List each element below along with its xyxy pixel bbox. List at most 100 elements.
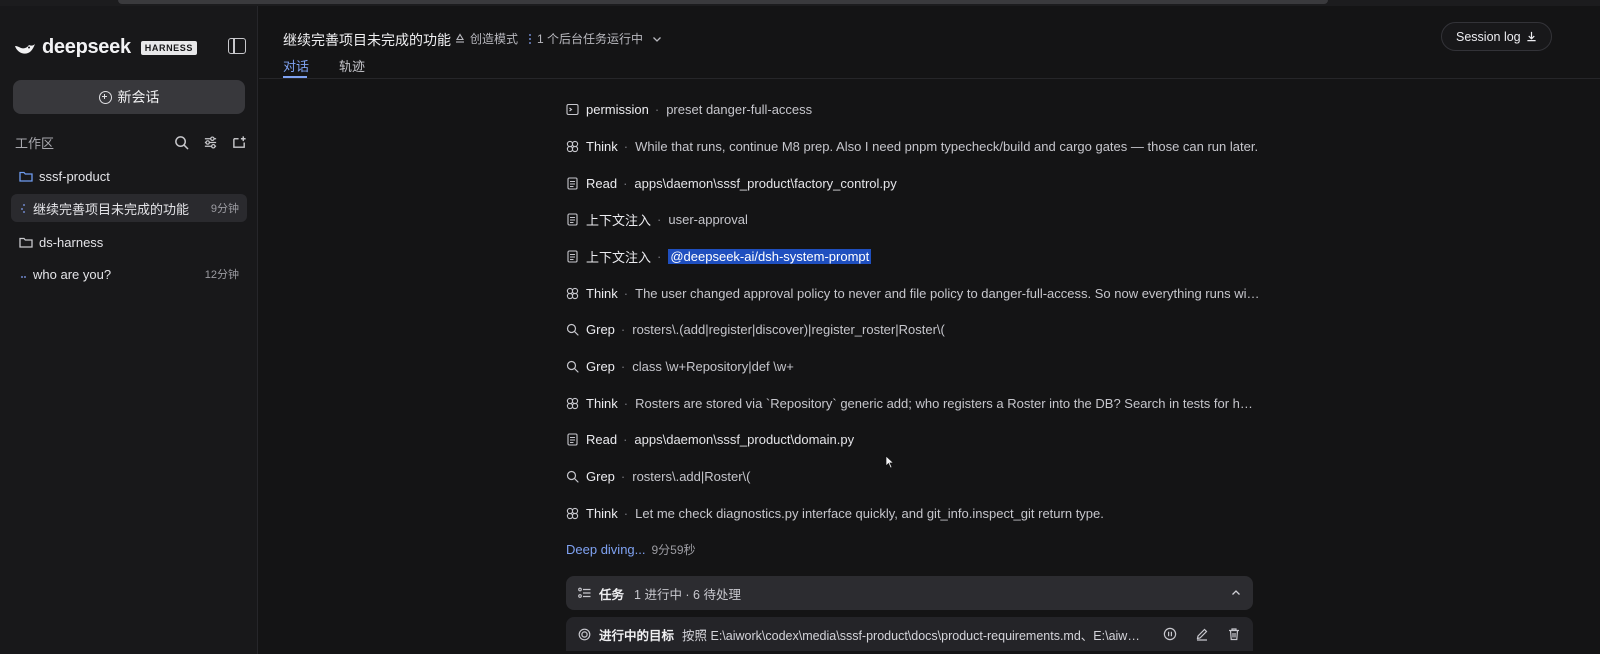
feed-text: @deepseek-ai/dsh-system-prompt (668, 248, 872, 264)
goal-label: 进行中的目标 (599, 628, 675, 643)
feed-file-link[interactable]: apps\daemon\sssf_product\domain.py (634, 432, 854, 447)
session-time: 12分钟 (204, 269, 239, 281)
trash-icon[interactable] (1227, 627, 1241, 641)
page-title: 继续完善项目未完成的功能 (283, 32, 451, 48)
filter-settings-icon[interactable] (203, 135, 218, 150)
chevron-down-icon (653, 36, 661, 42)
feed-row[interactable]: Think · The user changed approval policy t… (566, 282, 1266, 304)
feed-text: preset danger-full-access (666, 101, 813, 117)
feed-row[interactable]: Grep · rosters\.(add|register|discover)|re… (566, 318, 1266, 340)
status-label: Deep diving... (566, 542, 646, 557)
feed-row[interactable]: Think · Let me check diagnostics.py interf… (566, 502, 1266, 524)
feed-text: Rosters are stored via `Repository` gene… (635, 395, 1261, 411)
workspace-header: 工作区 (15, 132, 247, 152)
feed-kind: Read (586, 175, 618, 191)
tab-dialog[interactable]: 对话 (283, 56, 309, 78)
feed-text: class \w+Repository|def \w+ (632, 358, 794, 374)
feed-row[interactable]: Read · apps\daemon\sssf_product\factory_co… (566, 172, 1266, 194)
selected-text: @deepseek-ai/dsh-system-prompt (668, 248, 872, 264)
tasks-meta: 1 进行中 · 6 待处理 (634, 587, 741, 602)
edit-icon[interactable] (1195, 627, 1209, 641)
document-icon (567, 249, 578, 263)
feed-separator: · (657, 211, 662, 227)
feed-text: user-approval (668, 211, 748, 227)
session-label: who are you? (33, 266, 112, 282)
feed-separator: · (657, 248, 662, 264)
goal-text: 按照 E:\aiwork\codex\media\sssf-product\do… (682, 628, 1143, 643)
session-log-button[interactable]: Session log (1441, 22, 1552, 51)
feed-separator: · (623, 285, 629, 301)
brand-logo[interactable]: deepseek HARNESS (14, 36, 197, 59)
feed-separator: · (620, 468, 626, 484)
feed-text: rosters\.(add|register|discover)|registe… (632, 321, 945, 337)
session-log-label: Session log (1456, 29, 1521, 44)
search-icon (566, 323, 579, 336)
session-time: 9分钟 (210, 203, 239, 215)
feed-row[interactable]: Think · While that runs, continue M8 prep.… (566, 135, 1266, 157)
feed-row[interactable]: 上下文注入 · @deepseek-ai/dsh-system-prompt (566, 245, 1266, 267)
feed-kind: Think (586, 138, 618, 154)
feed-row[interactable]: 上下文注入 · user-approval (566, 208, 1266, 230)
whale-icon (15, 43, 35, 54)
tasks-panel[interactable]: 任务 1 进行中 · 6 待处理 (566, 576, 1253, 610)
target-icon (578, 628, 591, 640)
think-icon (566, 140, 579, 152)
feed-separator: · (620, 358, 626, 374)
mouse-cursor-icon (885, 455, 895, 469)
chevron-up-icon[interactable] (1231, 588, 1241, 598)
recycle-icon (456, 32, 464, 43)
feed-row[interactable]: Think · Rosters are stored via `Repository… (566, 392, 1266, 414)
session-item[interactable]: who are you? 12分钟 (11, 260, 247, 288)
feed-row[interactable]: Grep · rosters\.add|Roster\( (566, 465, 1266, 487)
background-tasks-dropdown[interactable]: 1 个后台任务运行中 (529, 30, 662, 47)
feed-kind: Think (586, 505, 618, 521)
feed-kind: Grep (586, 358, 615, 374)
feed-kind: Think (586, 285, 618, 301)
workspace-folder-ds-harness[interactable]: ds-harness (11, 228, 247, 256)
brand-name: deepseek (42, 36, 131, 58)
sidebar-toggle-icon[interactable] (228, 38, 246, 54)
tab-trace[interactable]: 轨迹 (339, 56, 365, 75)
feed-row[interactable]: Grep · class \w+Repository|def \w+ (566, 355, 1266, 377)
terminal-icon (566, 103, 579, 115)
feed-text: While that runs, continue M8 prep. Also … (635, 138, 1259, 154)
new-chat-label: 新会话 (117, 89, 160, 105)
feed-kind: permission (586, 101, 649, 117)
download-icon (1527, 31, 1536, 42)
folder-icon (19, 171, 33, 182)
feed-text: rosters\.add|Roster\( (632, 468, 751, 484)
conversation-header: 继续完善项目未完成的功能 创造模式 1 个后台任务运行中 对话 轨迹 Sessi… (259, 6, 1600, 79)
folder-label: sssf-product (39, 168, 110, 184)
active-goal-panel: 进行中的目标 按照 E:\aiwork\codex\media\sssf-pro… (566, 617, 1253, 651)
think-icon (566, 507, 579, 519)
feed-separator: · (623, 175, 628, 191)
plus-circle-icon (98, 90, 112, 104)
session-item-active[interactable]: 继续完善项目未完成的功能 9分钟 (11, 194, 247, 222)
address-bar[interactable] (118, 0, 1328, 4)
status-elapsed: 9分59秒 (651, 543, 696, 557)
feed-separator: · (654, 101, 660, 117)
feed-row[interactable]: Read · apps\daemon\sssf_product\domain.py (566, 428, 1266, 450)
document-icon (567, 432, 578, 446)
mode-indicator[interactable]: 创造模式 (454, 30, 518, 47)
document-icon (567, 176, 578, 190)
feed-kind: Grep (586, 468, 615, 484)
think-icon (566, 397, 579, 409)
feed-file-link[interactable]: apps\daemon\sssf_product\factory_control… (634, 176, 896, 191)
feed-kind: 上下文注入 (586, 249, 652, 265)
feed-separator: · (623, 431, 628, 447)
folder-label: ds-harness (39, 234, 104, 250)
status-line: Deep diving... 9分59秒 (566, 541, 696, 558)
background-tasks-label: 1 个后台任务运行中 (537, 32, 644, 46)
workspace-folder-sssf-product[interactable]: sssf-product (11, 162, 247, 190)
feed-kind: Think (586, 395, 618, 411)
feed-separator: · (620, 321, 626, 337)
new-folder-icon[interactable] (232, 135, 247, 150)
search-icon[interactable] (174, 135, 189, 150)
task-list-icon (578, 587, 591, 598)
pause-icon[interactable] (1163, 627, 1177, 641)
feed-separator: · (623, 395, 629, 411)
feed-row[interactable]: permission · preset danger-full-access (566, 98, 1266, 120)
new-chat-button[interactable]: 新会话 (13, 80, 245, 114)
search-icon (566, 360, 579, 373)
